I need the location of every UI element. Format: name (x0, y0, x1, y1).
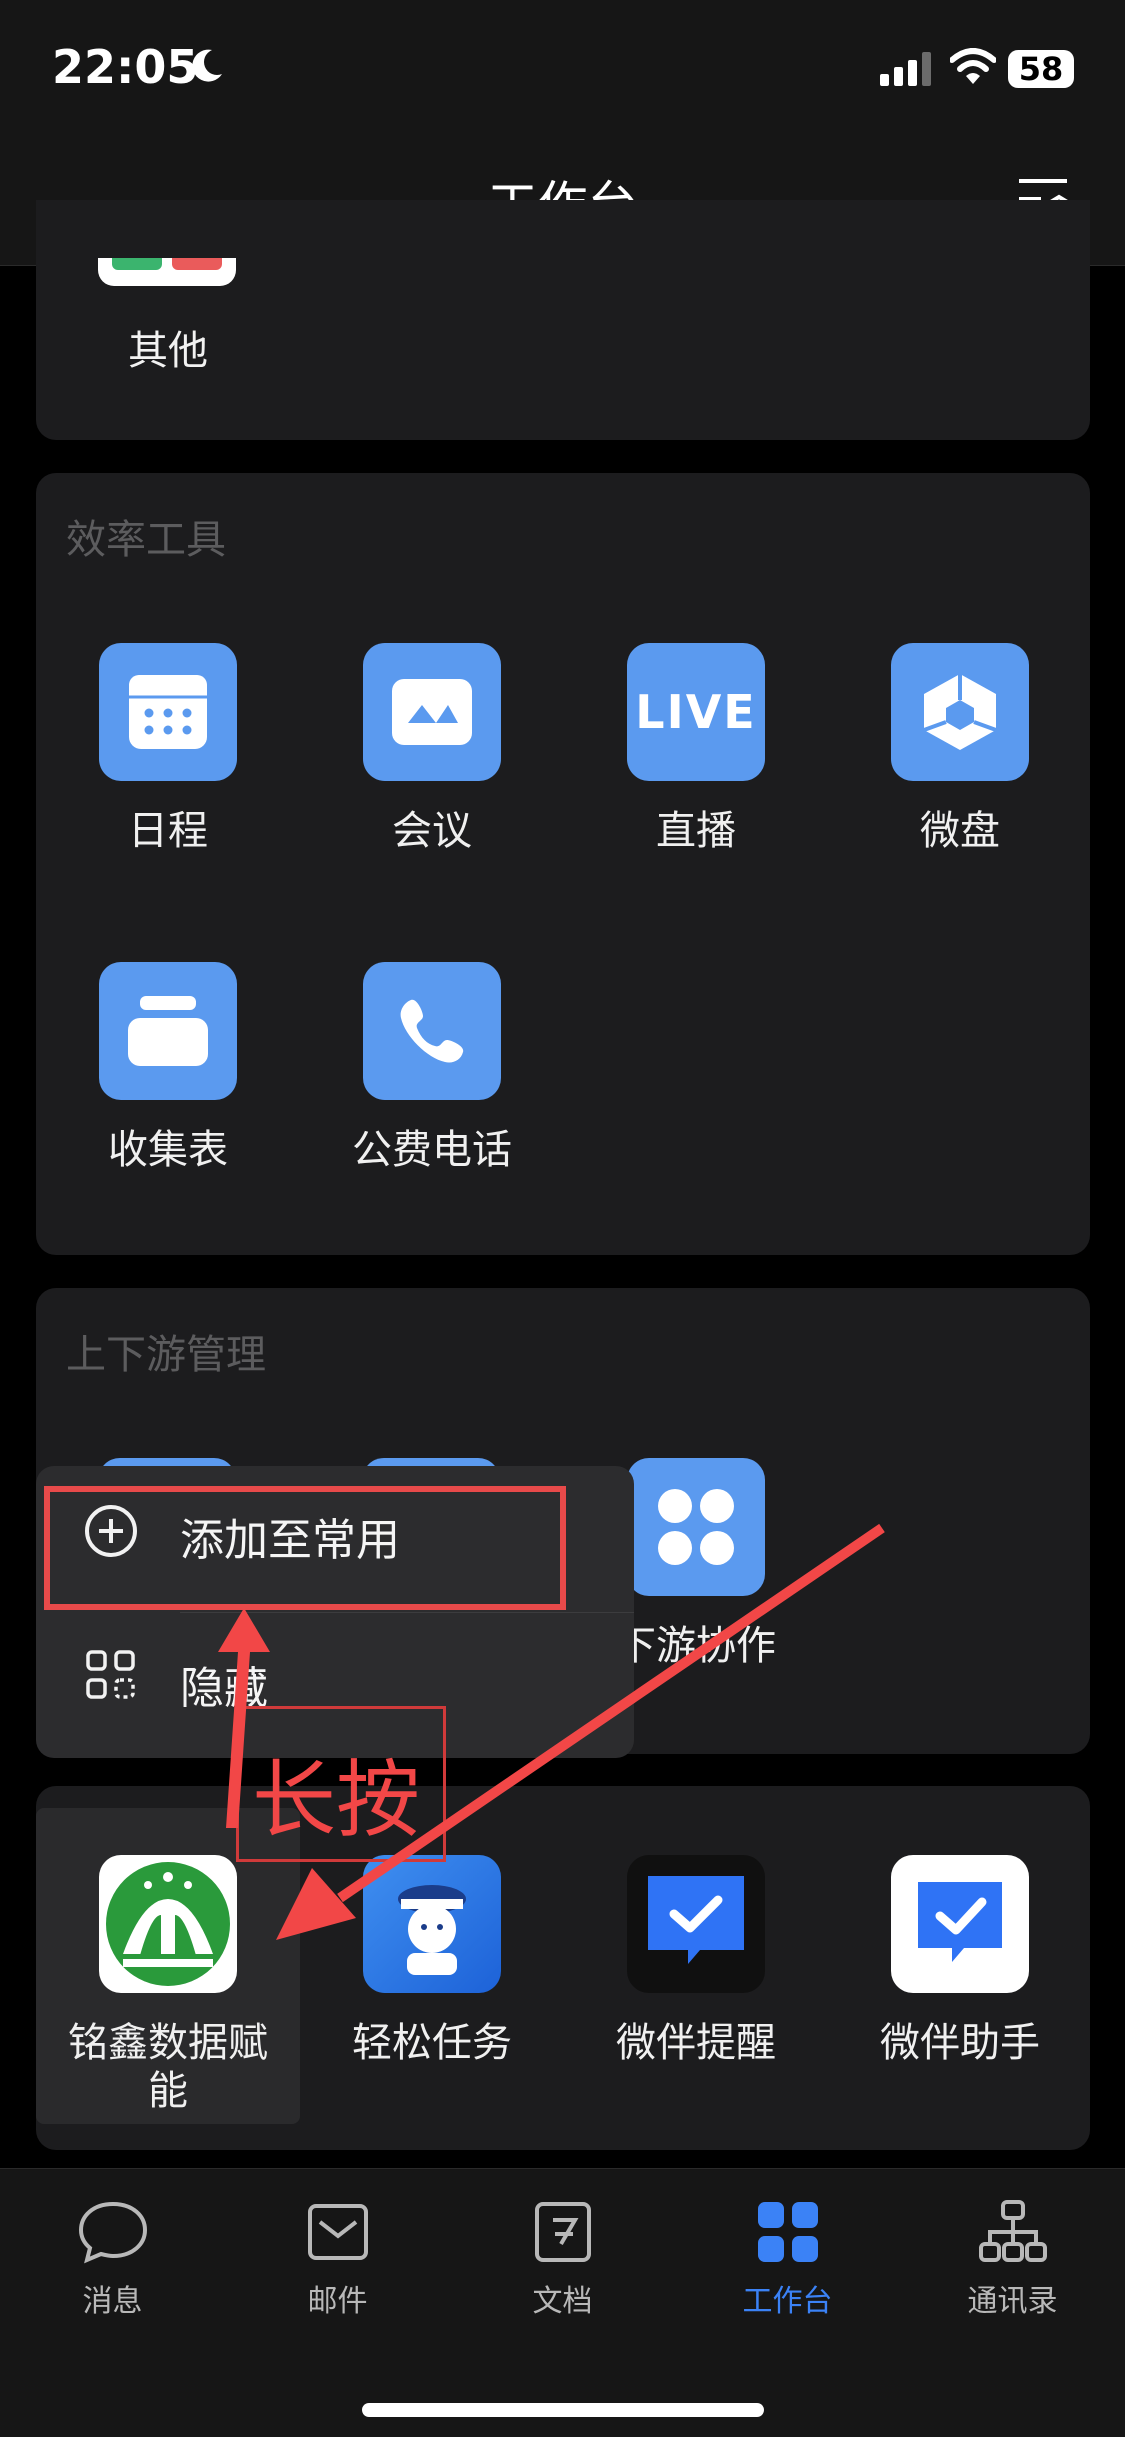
tab-label: 文档 (532, 2284, 593, 2319)
tab-contacts[interactable]: 通讯录 (900, 2200, 1125, 2320)
mail-icon (307, 2204, 368, 2260)
tab-label: 通讯录 (967, 2284, 1058, 2319)
contacts-icon (978, 2200, 1047, 2262)
tab-label: 邮件 (307, 2284, 368, 2319)
tab-mail[interactable]: 邮件 (225, 2200, 450, 2320)
tab-label: 工作台 (742, 2284, 833, 2319)
tab-docs[interactable]: 文档 (450, 2200, 675, 2320)
tab-workbench[interactable]: 工作台 (675, 2200, 900, 2320)
tab-label: 消息 (82, 2284, 143, 2319)
annotation-arrows (218, 1523, 885, 1940)
home-indicator[interactable] (362, 2403, 764, 2417)
document-icon (534, 2202, 591, 2262)
chat-bubble-icon (78, 2201, 147, 2264)
workbench-grid-icon (757, 2202, 818, 2262)
tab-messages[interactable]: 消息 (0, 2200, 225, 2320)
